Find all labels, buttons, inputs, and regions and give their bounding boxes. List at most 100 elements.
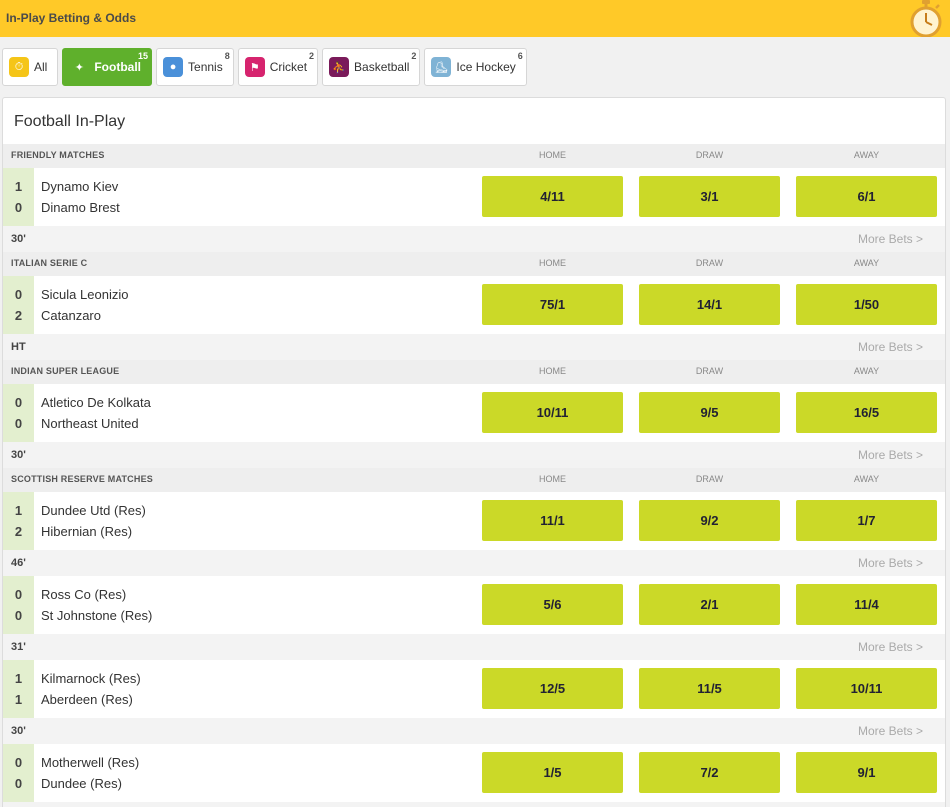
away-score: 0 [14,416,23,431]
tab-label: Football [94,60,142,74]
odds-button-away[interactable]: 1/7 [796,500,937,541]
tab-ice-hockey[interactable]: ⛸ Ice Hockey 6 [424,48,527,86]
tab-count-badge: 2 [309,51,315,61]
league-header: SCOTTISH RESERVE MATCHES HOME DRAW AWAY [3,468,945,492]
more-bets-link[interactable]: More Bets > [858,448,923,462]
column-header-away: AWAY [853,150,880,160]
sport-tabs: ⏱ All ✦ Football 15 ● Tennis 8 ⚑ Cricket 2 ⛹ Basketb… [2,48,527,86]
odds-button-home[interactable]: 4/11 [482,176,623,217]
league-name: INDIAN SUPER LEAGUE [11,366,120,376]
odds-button-away[interactable]: 11/4 [796,584,937,625]
match-time: 30' [11,233,26,245]
match-status-bar: More Bets > [3,802,945,807]
home-team-name[interactable]: Ross Co (Res) [41,587,126,602]
tab-tennis[interactable]: ● Tennis 8 [156,48,234,86]
odds-button-home[interactable]: 12/5 [482,668,623,709]
more-bets-link[interactable]: More Bets > [858,340,923,354]
league-name: SCOTTISH RESERVE MATCHES [11,474,153,484]
column-header-away: AWAY [853,366,880,376]
odds-button-home[interactable]: 10/11 [482,392,623,433]
match-row: 0 0 Atletico De Kolkata Northeast United 10/… [3,384,945,442]
match-time: 30' [11,449,26,461]
match-time: 31' [11,641,26,653]
odds-button-away[interactable]: 9/1 [796,752,937,793]
home-team-name[interactable]: Kilmarnock (Res) [41,671,141,686]
odds-button-home[interactable]: 5/6 [482,584,623,625]
tennis-icon: ● [163,57,184,77]
odds-button-away[interactable]: 10/11 [796,668,937,709]
match-time: 30' [11,725,26,737]
in-play-panel: Football In-Play FRIENDLY MATCHES HOME DRA… [2,97,946,807]
score-column [3,660,34,718]
tab-count-badge: 8 [224,51,230,61]
column-header-home: HOME [539,366,566,376]
odds-button-away[interactable]: 6/1 [796,176,937,217]
match-time: HT [11,341,26,353]
match-row: 0 2 Sicula Leonizio Catanzaro 75/1 14/1 1/50 [3,276,945,334]
more-bets-link[interactable]: More Bets > [858,640,923,654]
column-header-draw: DRAW [695,474,724,484]
home-team-name[interactable]: Dundee Utd (Res) [41,503,146,518]
home-score: 0 [14,755,23,770]
tab-count-badge: 6 [517,51,523,61]
home-team-name[interactable]: Motherwell (Res) [41,755,139,770]
odds-button-draw[interactable]: 2/1 [639,584,780,625]
tab-cricket[interactable]: ⚑ Cricket 2 [237,48,319,86]
match-status-bar: HT More Bets > [3,334,945,360]
away-team-name[interactable]: Dinamo Brest [41,200,120,215]
score-column [3,744,34,802]
stopwatch-icon: ⏱ [9,57,29,77]
home-team-name[interactable]: Sicula Leonizio [41,287,128,302]
away-score: 2 [14,308,23,323]
panel-title: Football In-Play [14,113,126,130]
odds-button-draw[interactable]: 9/5 [639,392,780,433]
odds-button-home[interactable]: 75/1 [482,284,623,325]
match-row: 0 0 Motherwell (Res) Dundee (Res) 1/5 7/2 9/1 [3,744,945,802]
more-bets-link[interactable]: More Bets > [858,232,923,246]
home-team-name[interactable]: Dynamo Kiev [41,179,118,194]
league-header: FRIENDLY MATCHES HOME DRAW AWAY [3,144,945,168]
away-team-name[interactable]: St Johnstone (Res) [41,608,152,623]
odds-button-home[interactable]: 11/1 [482,500,623,541]
home-team-name[interactable]: Atletico De Kolkata [41,395,151,410]
home-score: 1 [14,503,23,518]
odds-button-away[interactable]: 16/5 [796,392,937,433]
more-bets-link[interactable]: More Bets > [858,724,923,738]
odds-button-draw[interactable]: 11/5 [639,668,780,709]
away-team-name[interactable]: Northeast United [41,416,139,431]
away-score: 1 [14,692,23,707]
odds-button-draw[interactable]: 3/1 [639,176,780,217]
odds-button-draw[interactable]: 7/2 [639,752,780,793]
match-row: 1 1 Kilmarnock (Res) Aberdeen (Res) 12/5 11/5… [3,660,945,718]
stopwatch-icon [910,0,942,37]
away-team-name[interactable]: Catanzaro [41,308,101,323]
odds-button-away[interactable]: 1/50 [796,284,937,325]
more-bets-link[interactable]: More Bets > [858,556,923,570]
column-header-away: AWAY [853,258,880,268]
tab-count-badge: 15 [138,51,149,61]
league-list: FRIENDLY MATCHES HOME DRAW AWAY 1 0 Dynamo Kie… [3,144,945,807]
league-name: FRIENDLY MATCHES [11,150,105,160]
league-name: ITALIAN SERIE C [11,258,88,268]
away-team-name[interactable]: Aberdeen (Res) [41,692,133,707]
odds-button-draw[interactable]: 14/1 [639,284,780,325]
league-header: ITALIAN SERIE C HOME DRAW AWAY [3,252,945,276]
tab-all[interactable]: ⏱ All [2,48,59,86]
home-score: 1 [14,671,23,686]
odds-button-home[interactable]: 1/5 [482,752,623,793]
away-team-name[interactable]: Hibernian (Res) [41,524,132,539]
away-team-name[interactable]: Dundee (Res) [41,776,122,791]
column-header-draw: DRAW [695,366,724,376]
tab-football[interactable]: ✦ Football 15 [62,48,153,86]
tab-basketball[interactable]: ⛹ Basketball 2 [322,48,421,86]
match-status-bar: 30' More Bets > [3,718,945,744]
tab-label: Tennis [188,60,223,74]
top-bar: In-Play Betting & Odds [0,0,950,37]
score-column [3,276,34,334]
tab-label: All [34,60,48,74]
away-score: 0 [14,776,23,791]
score-column [3,492,34,550]
tab-label: Cricket [269,60,308,74]
basketball-icon: ⛹ [329,57,350,77]
odds-button-draw[interactable]: 9/2 [639,500,780,541]
